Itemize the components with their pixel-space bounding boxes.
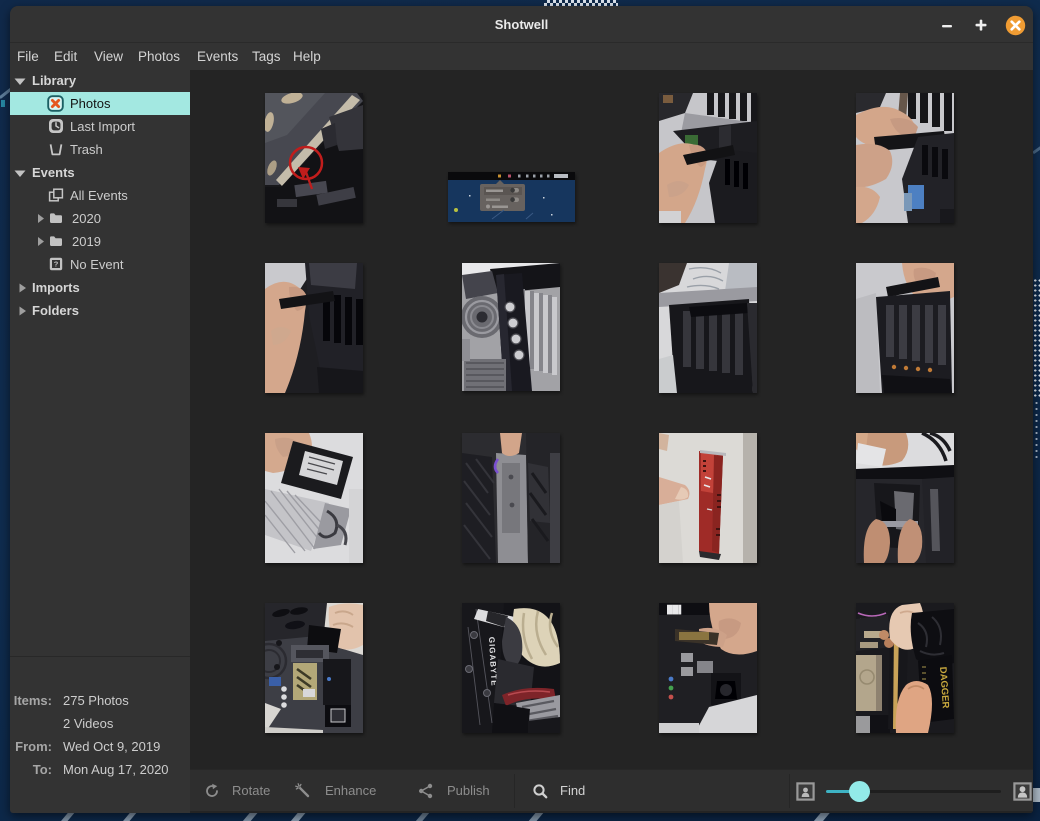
svg-text:██▌: ██▌ (667, 604, 684, 615)
svg-text:?: ? (54, 260, 59, 269)
